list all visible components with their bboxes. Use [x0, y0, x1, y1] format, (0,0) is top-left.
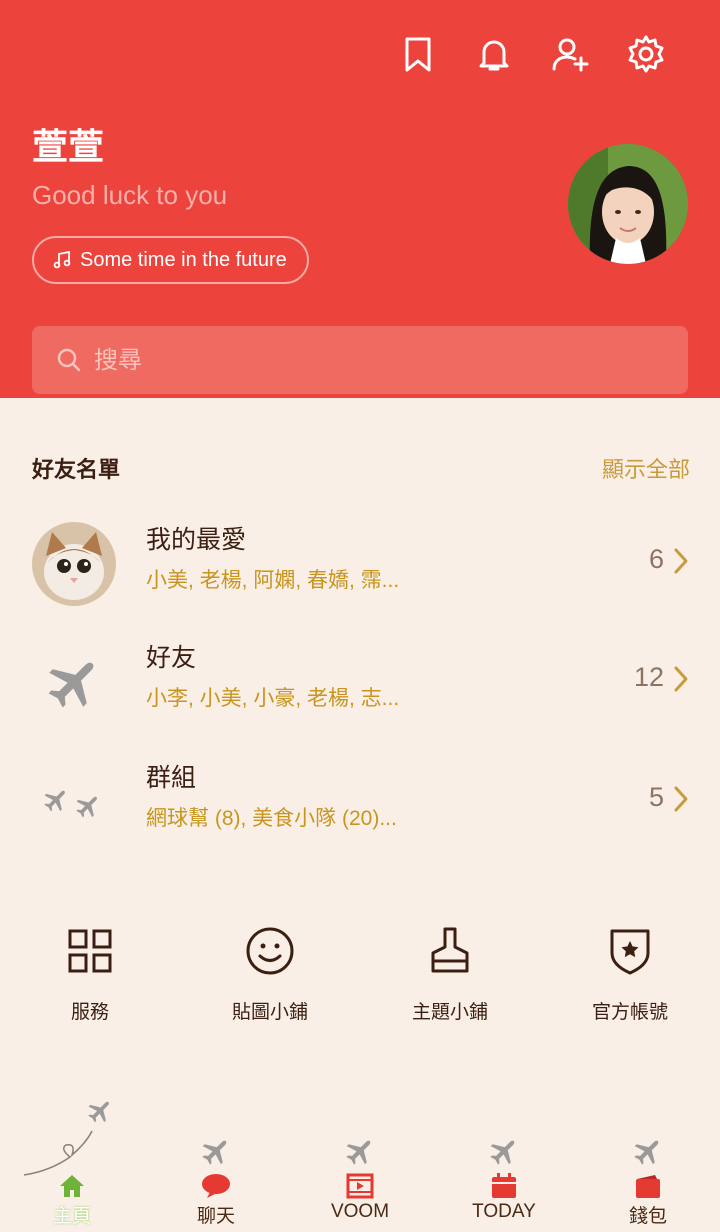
sticker-shop-button[interactable]: 貼圖小鋪	[180, 925, 360, 1024]
wallet-icon	[636, 1175, 660, 1198]
airplane-icon	[346, 1140, 371, 1165]
airplane-icon	[490, 1140, 515, 1165]
airplane-icon	[634, 1140, 659, 1165]
row-subtitle: 小美, 老楊, 阿嫻, 春嬌, 霈...	[146, 569, 400, 592]
music-label: Some time in the future	[80, 248, 287, 271]
row-title: 群組	[146, 763, 197, 792]
bell-icon	[479, 40, 509, 71]
theme-shop-button[interactable]: 主題小鋪	[360, 925, 540, 1024]
voom-icon	[346, 1173, 374, 1199]
tab-label: VOOM	[330, 1201, 390, 1222]
profile-music-button[interactable]: Some time in the future	[32, 236, 309, 284]
bottom-tab-bar: 主頁 聊天 VOOM TODAY 錢包	[0, 1095, 720, 1232]
row-title: 好友	[146, 643, 197, 672]
brush-icon	[431, 927, 469, 973]
profile-avatar[interactable]	[568, 144, 688, 264]
profile-header: 萱萱 Good luck to you Some time in the fut…	[0, 0, 720, 398]
friends-row[interactable]: 好友 小李, 小美, 小豪, 老楊, 志... 12	[0, 630, 720, 740]
official-accounts-button[interactable]: 官方帳號	[540, 925, 720, 1024]
tab-chat[interactable]: 聊天	[144, 1135, 288, 1228]
profile-name[interactable]: 萱萱	[32, 118, 104, 170]
chevron-right-icon	[674, 786, 688, 812]
status-message[interactable]: Good luck to you	[32, 180, 227, 211]
airplanes-icon	[32, 760, 116, 844]
settings-button[interactable]	[608, 32, 684, 76]
calendar-icon	[492, 1173, 516, 1198]
service-label: 服務	[70, 1001, 109, 1023]
smiley-icon	[246, 927, 294, 975]
tab-label: 錢包	[628, 1206, 667, 1227]
tab-voom[interactable]: VOOM	[288, 1135, 432, 1223]
show-all-link[interactable]: 顯示全部	[602, 452, 690, 484]
row-count: 12	[633, 662, 664, 692]
header-toolbar	[380, 32, 684, 76]
favorites-row[interactable]: 我的最愛 小美, 老楊, 阿嫻, 春嬌, 霈... 6	[0, 512, 720, 622]
chat-icon	[202, 1174, 230, 1198]
row-title: 我的最愛	[146, 525, 247, 554]
airplane-icon	[202, 1140, 227, 1165]
chevron-right-icon	[674, 666, 688, 692]
tab-wallet[interactable]: 錢包	[576, 1135, 720, 1228]
cat-avatar	[32, 522, 116, 606]
service-label: 主題小鋪	[411, 1001, 488, 1023]
search-icon	[57, 348, 81, 372]
avatar-photo	[568, 144, 688, 264]
row-subtitle: 網球幫 (8), 美食小隊 (20)...	[146, 807, 397, 830]
friends-section-title: 好友名單	[32, 458, 121, 483]
service-button[interactable]: 服務	[0, 925, 180, 1024]
shield-star-icon	[610, 929, 650, 975]
search-bar[interactable]	[32, 326, 688, 394]
service-label: 貼圖小鋪	[231, 1001, 308, 1023]
tab-label: TODAY	[472, 1201, 536, 1222]
tab-label: 聊天	[196, 1206, 235, 1227]
row-subtitle: 小李, 小美, 小豪, 老楊, 志...	[146, 687, 400, 710]
notifications-button[interactable]	[456, 32, 532, 76]
add-friend-icon	[552, 38, 589, 72]
row-count: 5	[648, 782, 664, 812]
tab-today[interactable]: TODAY	[432, 1135, 576, 1223]
groups-row[interactable]: 群組 網球幫 (8), 美食小隊 (20)... 5	[0, 750, 720, 860]
grid-icon	[68, 929, 112, 973]
bookmark-button[interactable]	[380, 32, 456, 76]
tab-label: 主頁	[52, 1206, 91, 1227]
settings-icon	[628, 35, 664, 73]
chevron-right-icon	[674, 548, 688, 574]
service-label: 官方帳號	[591, 1001, 668, 1023]
airplane-icon	[32, 640, 116, 724]
row-count: 6	[648, 544, 664, 574]
services-row: 服務 貼圖小鋪 主題小鋪 官方帳號	[0, 925, 720, 1024]
tab-home[interactable]: 主頁	[0, 1135, 144, 1228]
add-friend-button[interactable]	[532, 32, 608, 76]
music-note-icon	[53, 250, 71, 269]
home-icon	[60, 1175, 84, 1197]
bookmark-icon	[405, 37, 431, 72]
search-input[interactable]	[94, 346, 654, 374]
